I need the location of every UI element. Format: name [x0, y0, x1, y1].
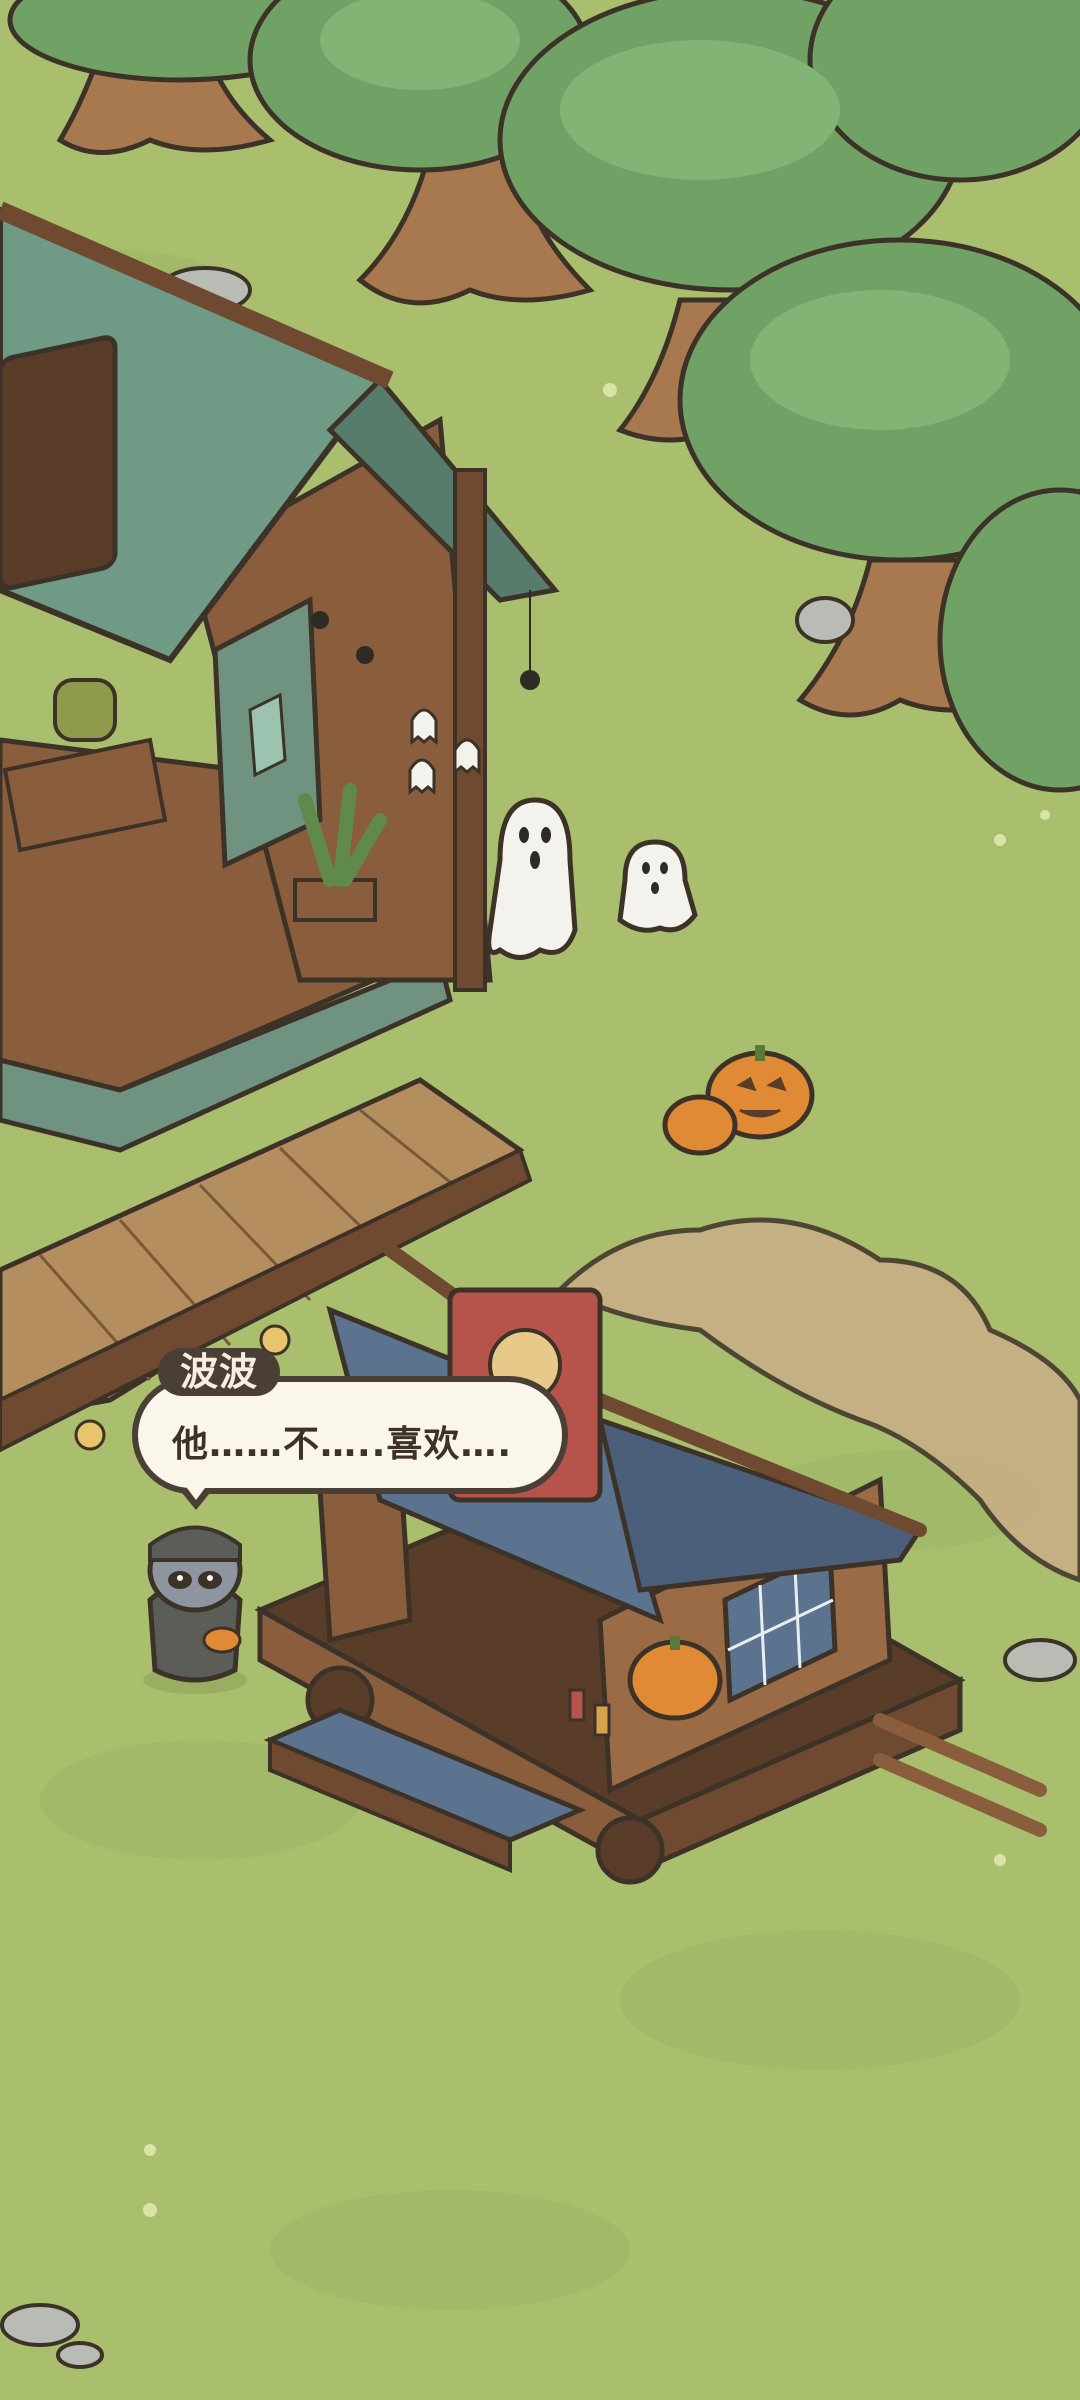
- speaker-name-tag: 波波: [158, 1348, 281, 1396]
- dialog-bubble-tail-inner: [184, 1484, 208, 1500]
- dialog-line: 他……不…..喜欢….: [172, 1424, 513, 1465]
- raccoon-character[interactable]: [143, 1525, 247, 1695]
- game-scene: [0, 0, 1080, 2400]
